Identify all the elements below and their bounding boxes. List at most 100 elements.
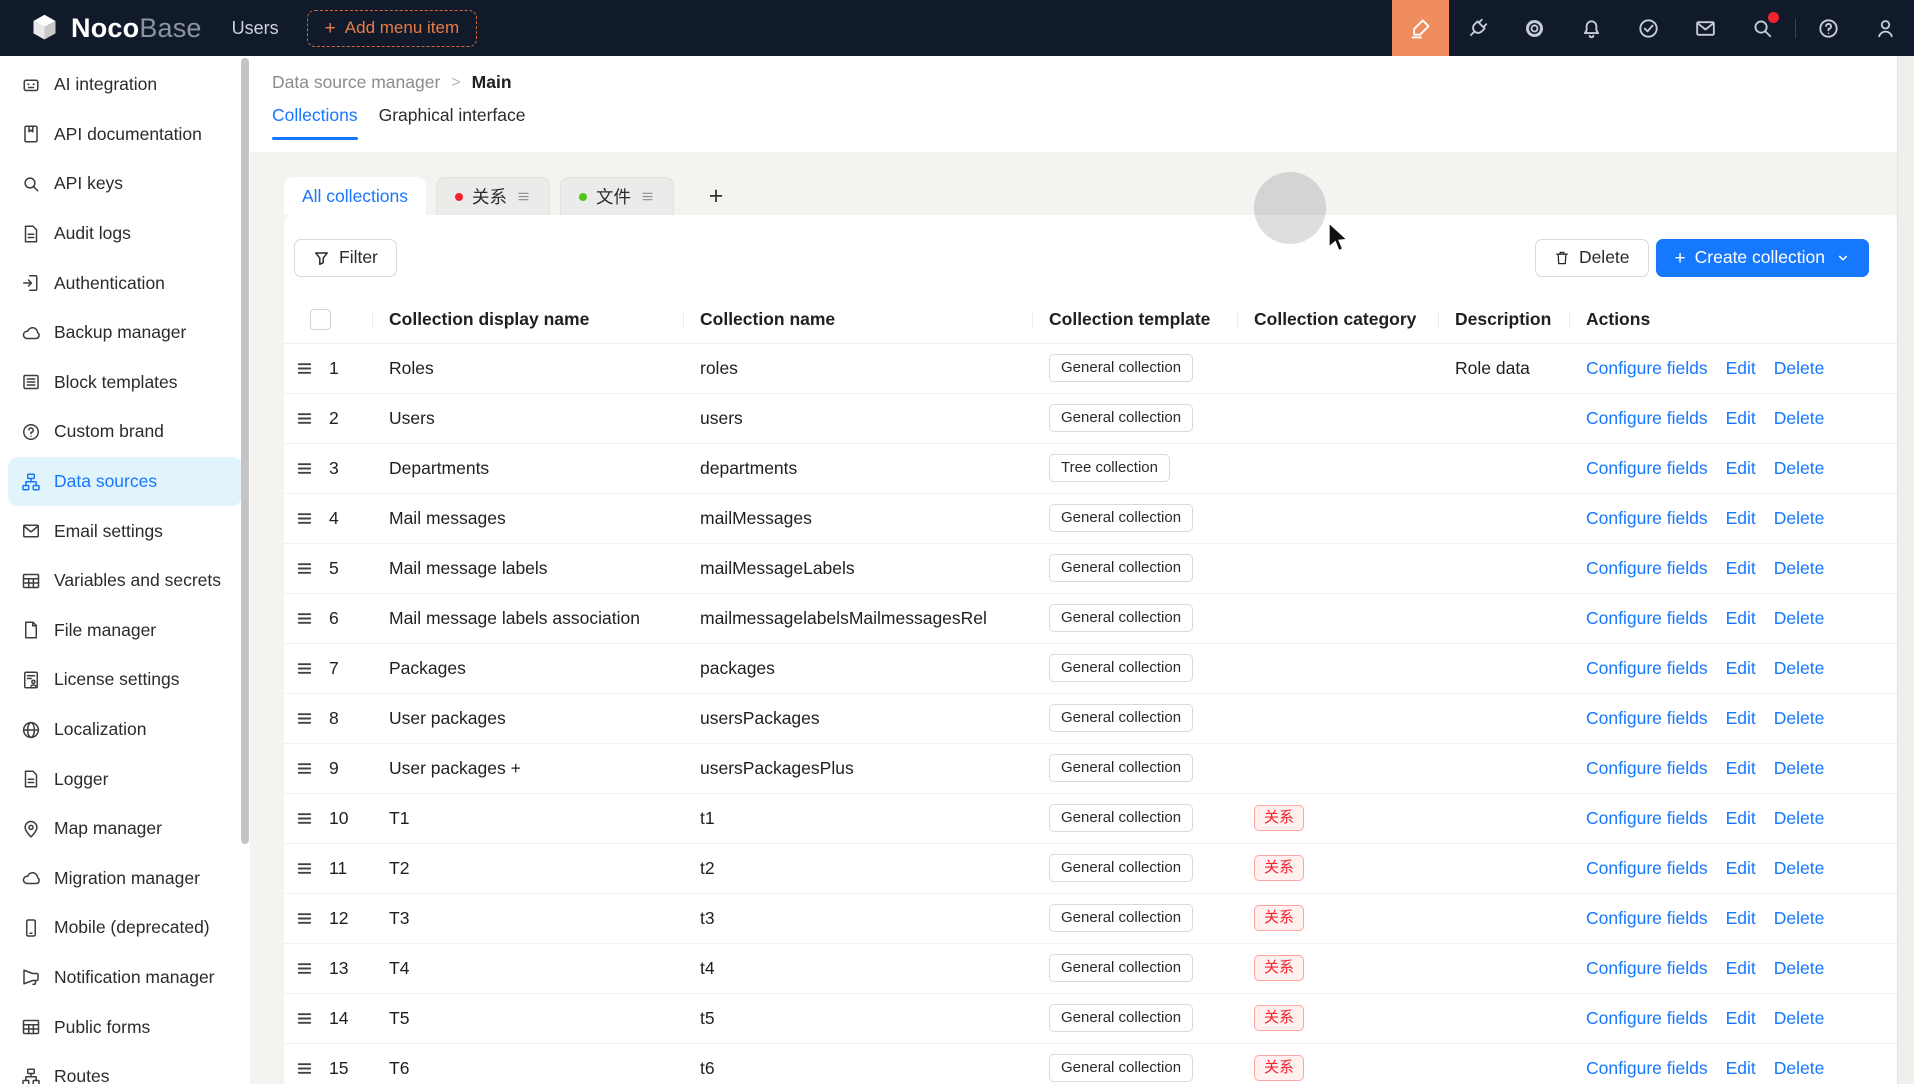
action-edit-link[interactable]: Edit xyxy=(1726,758,1756,778)
sidebar-item-license-settings[interactable]: License settings xyxy=(8,655,242,705)
action-edit-link[interactable]: Edit xyxy=(1726,658,1756,678)
action-edit-link[interactable]: Edit xyxy=(1726,358,1756,378)
sidebar-item-ai-integration[interactable]: AI integration xyxy=(8,60,242,110)
action-delete-link[interactable]: Delete xyxy=(1774,758,1825,778)
drag-handle-icon[interactable] xyxy=(295,509,314,528)
action-configure-fields-link[interactable]: Configure fields xyxy=(1586,508,1708,528)
action-delete-link[interactable]: Delete xyxy=(1774,1058,1825,1078)
action-delete-link[interactable]: Delete xyxy=(1774,1008,1825,1028)
nav-messages-button[interactable] xyxy=(1677,0,1734,56)
collection-tab-all-collections[interactable]: All collections xyxy=(284,177,426,215)
sidebar-item-logger[interactable]: Logger xyxy=(8,754,242,804)
nav-search-button[interactable] xyxy=(1734,0,1791,56)
action-configure-fields-link[interactable]: Configure fields xyxy=(1586,858,1708,878)
action-configure-fields-link[interactable]: Configure fields xyxy=(1586,558,1708,578)
action-configure-fields-link[interactable]: Configure fields xyxy=(1586,408,1708,428)
action-configure-fields-link[interactable]: Configure fields xyxy=(1586,708,1708,728)
action-configure-fields-link[interactable]: Configure fields xyxy=(1586,758,1708,778)
action-configure-fields-link[interactable]: Configure fields xyxy=(1586,358,1708,378)
sidebar-item-custom-brand[interactable]: Custom brand xyxy=(8,407,242,457)
sidebar-item-migration-manager[interactable]: Migration manager xyxy=(8,854,242,904)
drag-handle-icon[interactable] xyxy=(295,559,314,578)
drag-handle-icon[interactable] xyxy=(295,859,314,878)
action-edit-link[interactable]: Edit xyxy=(1726,1008,1756,1028)
sidebar-item-public-forms[interactable]: Public forms xyxy=(8,1002,242,1052)
sidebar-item-audit-logs[interactable]: Audit logs xyxy=(8,209,242,259)
action-delete-link[interactable]: Delete xyxy=(1774,708,1825,728)
action-delete-link[interactable]: Delete xyxy=(1774,508,1825,528)
sidebar-item-authentication[interactable]: Authentication xyxy=(8,258,242,308)
breadcrumb-parent[interactable]: Data source manager xyxy=(272,72,440,93)
action-edit-link[interactable]: Edit xyxy=(1726,958,1756,978)
action-delete-link[interactable]: Delete xyxy=(1774,808,1825,828)
action-delete-link[interactable]: Delete xyxy=(1774,358,1825,378)
action-delete-link[interactable]: Delete xyxy=(1774,408,1825,428)
drag-handle-icon[interactable] xyxy=(295,709,314,728)
drag-handle-icon[interactable] xyxy=(295,959,314,978)
tab-menu-icon[interactable] xyxy=(640,189,655,204)
action-delete-link[interactable]: Delete xyxy=(1774,608,1825,628)
create-collection-button[interactable]: + Create collection xyxy=(1656,239,1869,277)
action-configure-fields-link[interactable]: Configure fields xyxy=(1586,908,1708,928)
drag-handle-icon[interactable] xyxy=(295,1009,314,1028)
collection-tab-文件[interactable]: 文件 xyxy=(560,177,674,215)
sidebar-scrollbar[interactable] xyxy=(241,58,249,1082)
drag-handle-icon[interactable] xyxy=(295,609,314,628)
sidebar-item-block-templates[interactable]: Block templates xyxy=(8,358,242,408)
action-edit-link[interactable]: Edit xyxy=(1726,608,1756,628)
sidebar-item-api-documentation[interactable]: API documentation xyxy=(8,110,242,160)
action-configure-fields-link[interactable]: Configure fields xyxy=(1586,1058,1708,1078)
action-edit-link[interactable]: Edit xyxy=(1726,708,1756,728)
add-category-button[interactable]: + xyxy=(700,177,732,215)
add-menu-item-button[interactable]: + Add menu item xyxy=(307,10,477,47)
drag-handle-icon[interactable] xyxy=(295,359,314,378)
sidebar-item-file-manager[interactable]: File manager xyxy=(8,606,242,656)
action-configure-fields-link[interactable]: Configure fields xyxy=(1586,808,1708,828)
action-edit-link[interactable]: Edit xyxy=(1726,908,1756,928)
drag-handle-icon[interactable] xyxy=(295,1059,314,1078)
delete-button[interactable]: Delete xyxy=(1535,239,1649,277)
select-all-checkbox[interactable] xyxy=(310,309,331,330)
action-delete-link[interactable]: Delete xyxy=(1774,858,1825,878)
nav-menu-users[interactable]: Users xyxy=(232,18,279,39)
action-delete-link[interactable]: Delete xyxy=(1774,658,1825,678)
action-configure-fields-link[interactable]: Configure fields xyxy=(1586,658,1708,678)
action-edit-link[interactable]: Edit xyxy=(1726,1058,1756,1078)
action-delete-link[interactable]: Delete xyxy=(1774,458,1825,478)
tab-graphical-interface[interactable]: Graphical interface xyxy=(379,105,526,140)
sidebar-item-localization[interactable]: Localization xyxy=(8,705,242,755)
action-edit-link[interactable]: Edit xyxy=(1726,408,1756,428)
action-configure-fields-link[interactable]: Configure fields xyxy=(1586,958,1708,978)
tab-menu-icon[interactable] xyxy=(516,189,531,204)
nav-tasks-button[interactable] xyxy=(1620,0,1677,56)
action-delete-link[interactable]: Delete xyxy=(1774,958,1825,978)
action-delete-link[interactable]: Delete xyxy=(1774,908,1825,928)
drag-handle-icon[interactable] xyxy=(295,909,314,928)
action-configure-fields-link[interactable]: Configure fields xyxy=(1586,1008,1708,1028)
drag-handle-icon[interactable] xyxy=(295,759,314,778)
sidebar-scrollbar-thumb[interactable] xyxy=(241,58,249,844)
drag-handle-icon[interactable] xyxy=(295,659,314,678)
drag-handle-icon[interactable] xyxy=(295,459,314,478)
sidebar-item-data-sources[interactable]: Data sources xyxy=(8,457,242,507)
sidebar-item-mobile-deprecated[interactable]: Mobile (deprecated) xyxy=(8,903,242,953)
sidebar-item-map-manager[interactable]: Map manager xyxy=(8,804,242,854)
tab-collections[interactable]: Collections xyxy=(272,105,358,140)
sidebar-item-variables-and-secrets[interactable]: Variables and secrets xyxy=(8,556,242,606)
nav-notifications-button[interactable] xyxy=(1563,0,1620,56)
filter-button[interactable]: Filter xyxy=(294,239,397,277)
sidebar-item-notification-manager[interactable]: Notification manager xyxy=(8,953,242,1003)
nav-ui-editor-button[interactable] xyxy=(1392,0,1449,56)
action-edit-link[interactable]: Edit xyxy=(1726,808,1756,828)
action-delete-link[interactable]: Delete xyxy=(1774,558,1825,578)
action-edit-link[interactable]: Edit xyxy=(1726,458,1756,478)
nav-settings-center-button[interactable] xyxy=(1506,0,1563,56)
nav-user-profile-button[interactable] xyxy=(1857,0,1914,56)
sidebar-item-email-settings[interactable]: Email settings xyxy=(8,506,242,556)
drag-handle-icon[interactable] xyxy=(295,409,314,428)
action-configure-fields-link[interactable]: Configure fields xyxy=(1586,608,1708,628)
action-configure-fields-link[interactable]: Configure fields xyxy=(1586,458,1708,478)
collection-tab-关系[interactable]: 关系 xyxy=(436,177,550,215)
drag-handle-icon[interactable] xyxy=(295,809,314,828)
sidebar-item-api-keys[interactable]: API keys xyxy=(8,159,242,209)
